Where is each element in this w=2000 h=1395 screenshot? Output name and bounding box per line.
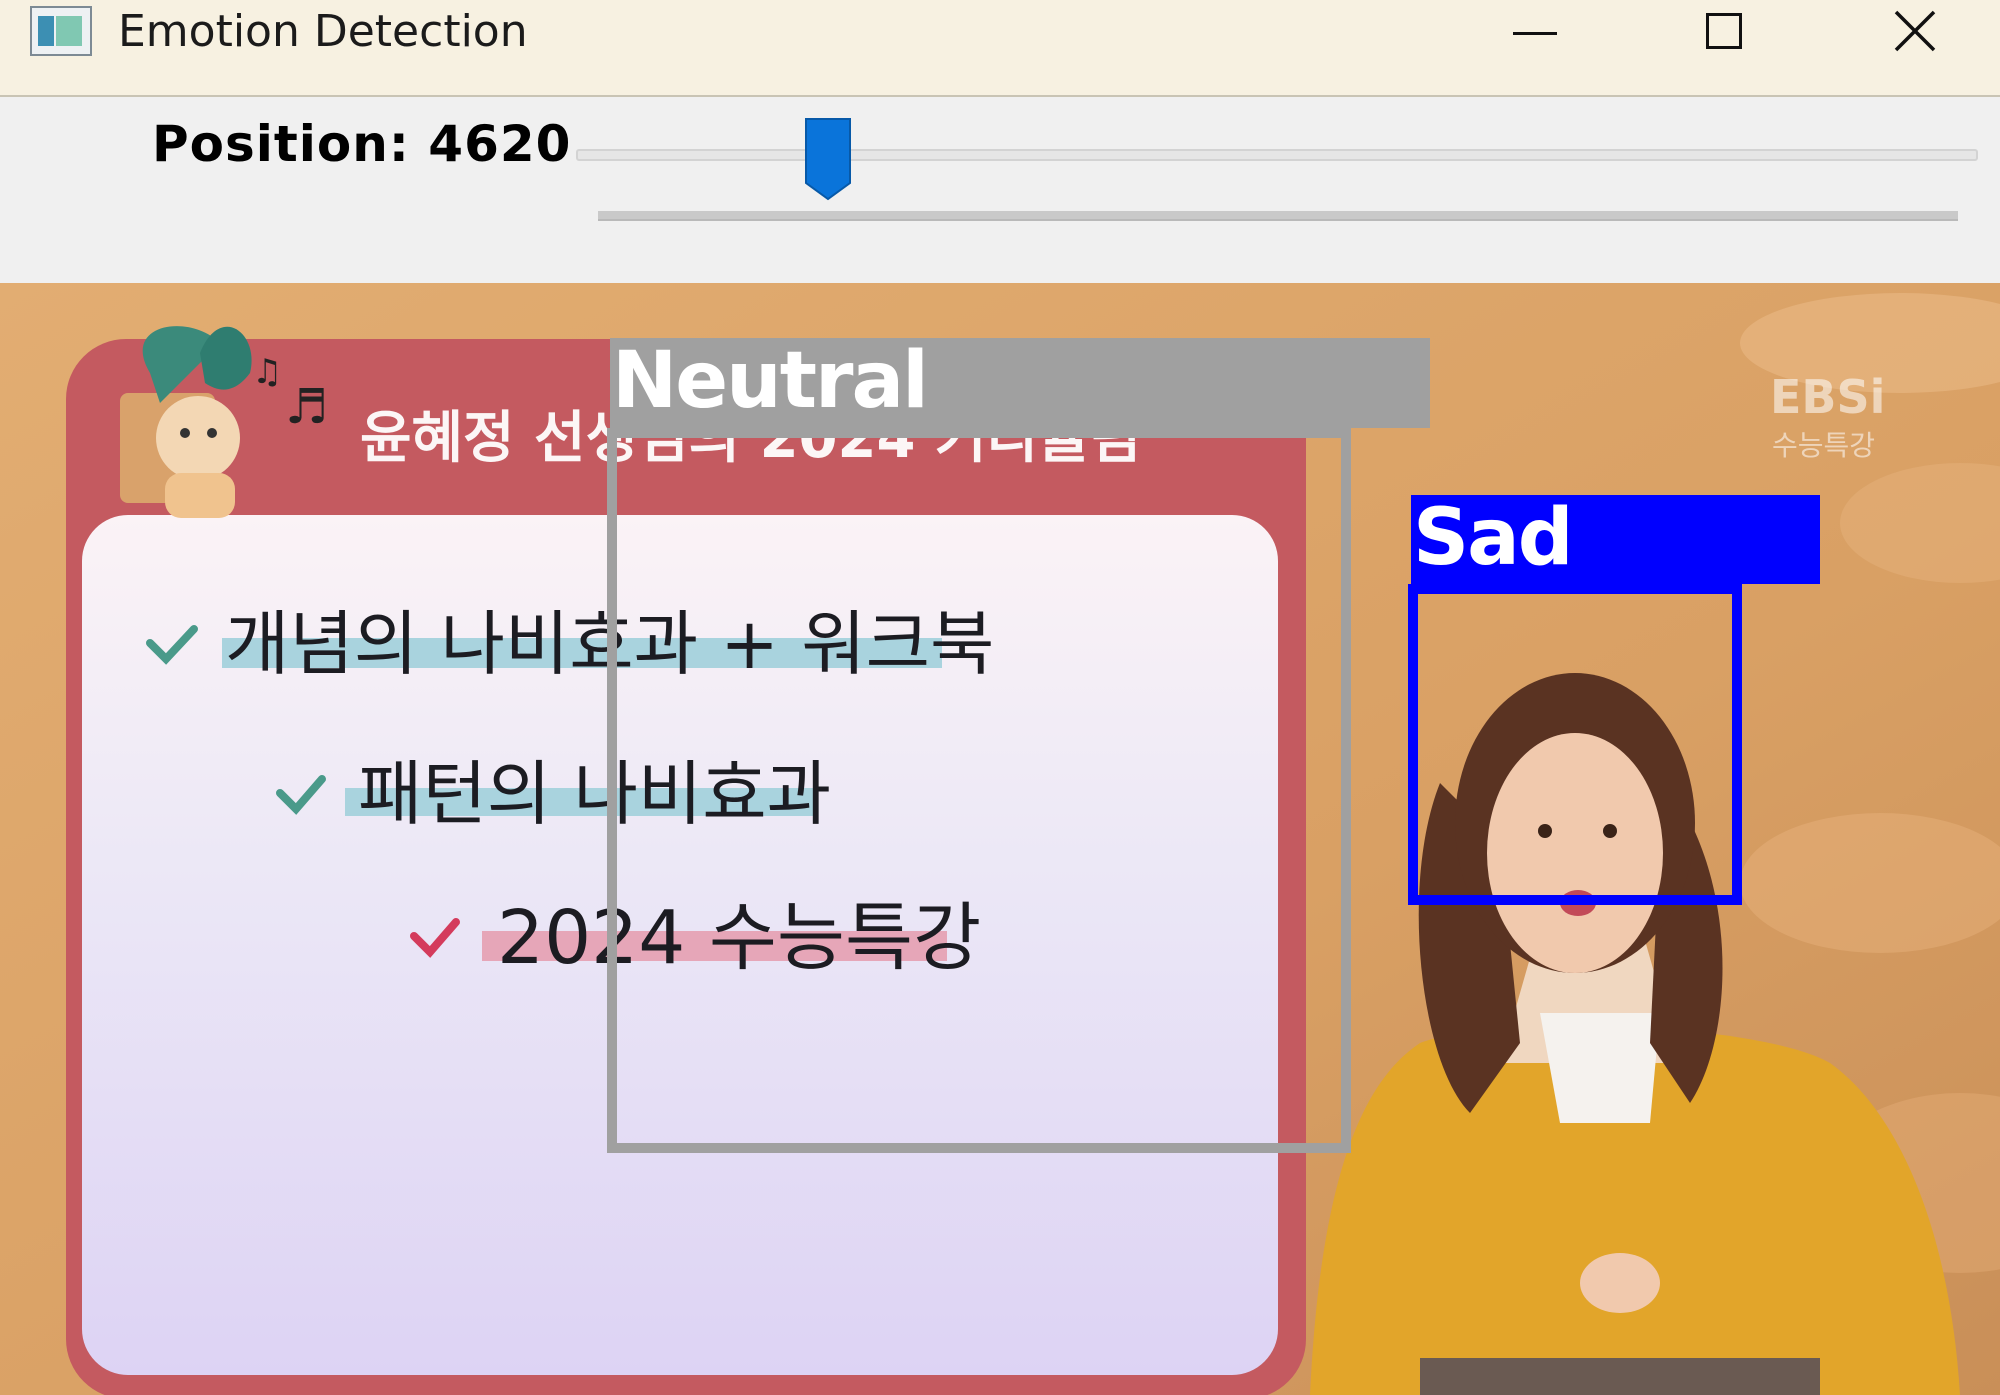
slider-baseline: [598, 211, 1958, 221]
svg-text:♫: ♫: [252, 352, 282, 392]
close-button[interactable]: [1855, 0, 1975, 62]
position-label: Position: 4620: [152, 115, 572, 173]
maximize-icon: [1706, 13, 1742, 49]
svg-text:♬: ♬: [285, 379, 328, 435]
trackbar-panel: Position: 4620: [0, 97, 2000, 283]
sad-label-bg: Sad: [1411, 495, 1820, 584]
ebsi-watermark: EBSi: [1770, 370, 1885, 424]
sad-face-bbox: [1408, 584, 1742, 905]
sad-label: Sad: [1413, 493, 1574, 583]
close-icon: [1894, 10, 1936, 52]
video-frame: ♫ ♬ EBSi 수능특강 윤혜정 선생님의 2024 커리큘럼 개념의 나비효…: [0, 283, 2000, 1395]
app-window-icon: [30, 6, 92, 56]
ebsi-watermark-sub: 수능특강: [1772, 429, 1875, 462]
position-slider-track[interactable]: [576, 149, 1978, 161]
title-bar[interactable]: Emotion Detection: [0, 0, 2000, 97]
app-window: Emotion Detection Position: 4620 ♫ ♬ EBS…: [0, 0, 2000, 1395]
minimize-icon: [1513, 31, 1557, 35]
window-title: Emotion Detection: [118, 6, 528, 57]
position-slider-thumb[interactable]: [804, 117, 852, 201]
neutral-label-bg: Neutral: [610, 338, 1430, 428]
neutral-label: Neutral: [612, 336, 929, 426]
minimize-button[interactable]: [1475, 0, 1595, 62]
maximize-button[interactable]: [1664, 0, 1784, 62]
neutral-face-bbox: [607, 428, 1351, 1153]
